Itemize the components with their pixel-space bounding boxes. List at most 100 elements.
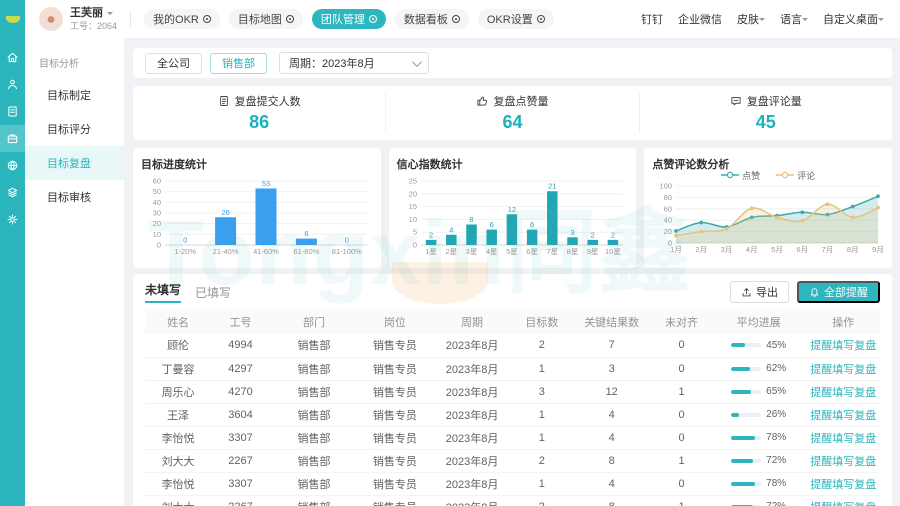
nav-tab-okr-settings[interactable]: OKR设置 <box>478 9 554 29</box>
cell-department: 销售部 <box>270 472 358 495</box>
team-icon[interactable] <box>0 71 25 98</box>
cell-name: 李怡悦 <box>145 426 211 449</box>
goal-progress-bar-chart: 010203040506001-20%2621-40%5341-60%661-8… <box>141 169 373 266</box>
nav-tab-goal-map[interactable]: 目标地图 <box>229 9 303 29</box>
globe-icon[interactable] <box>0 152 25 179</box>
table-row: 周乐心4270销售部销售专员2023年8月312165%提醒填写复盘 <box>145 380 880 403</box>
svg-text:4星: 4星 <box>486 247 498 256</box>
cell-period: 2023年8月 <box>432 472 513 495</box>
nav-tab-dashboard[interactable]: 数据看板 <box>395 9 469 29</box>
remind-fill-review-link[interactable]: 提醒填写复盘 <box>810 387 876 399</box>
tab-filled[interactable]: 已填写 <box>195 284 231 301</box>
cell-employee-id: 4297 <box>211 357 270 380</box>
remind-fill-review-link[interactable]: 提醒填写复盘 <box>810 456 876 468</box>
remind-all-button[interactable]: 全部提醒 <box>797 281 880 303</box>
svg-text:81-100%: 81-100% <box>332 247 362 256</box>
svg-text:5月: 5月 <box>772 245 784 254</box>
sidebar-item-goal-audit[interactable]: 目标审核 <box>25 180 124 214</box>
progress-percent: 72% <box>766 501 786 506</box>
cell-action: 提醒填写复盘 <box>806 334 880 357</box>
progress-bar <box>731 343 761 347</box>
svg-text:40: 40 <box>153 198 161 207</box>
user-profile[interactable]: 王芙丽 工号：2064 <box>39 7 117 32</box>
cell-average-progress: 72% <box>711 449 807 472</box>
cell-kr-count: 3 <box>571 357 652 380</box>
cell-average-progress: 78% <box>711 472 807 495</box>
svg-text:25: 25 <box>408 177 416 186</box>
layers-icon[interactable] <box>0 179 25 206</box>
cell-unaligned: 0 <box>652 472 711 495</box>
stats-summary: 复盘提交人数 86 复盘点赞量 64 复盘评论量 45 <box>133 86 892 140</box>
stat-review-submitters: 复盘提交人数 86 <box>133 93 386 133</box>
remind-fill-review-link[interactable]: 提醒填写复盘 <box>810 364 876 376</box>
cell-department: 销售部 <box>270 380 358 403</box>
app-logo[interactable] <box>0 0 25 38</box>
period-select[interactable]: 周期：2023年8月 <box>279 52 429 74</box>
svg-text:61-80%: 61-80% <box>293 247 319 256</box>
tab-unfilled[interactable]: 未填写 <box>145 281 181 303</box>
cell-department: 销售部 <box>270 495 358 506</box>
svg-text:53: 53 <box>262 179 270 188</box>
cell-goal-count: 1 <box>512 472 571 495</box>
remind-fill-review-link[interactable]: 提醒填写复盘 <box>810 340 876 352</box>
avatar <box>39 7 63 31</box>
stat-value: 86 <box>249 112 269 133</box>
workbench-icon[interactable] <box>0 125 25 152</box>
settings-icon[interactable] <box>0 206 25 233</box>
export-button[interactable]: 导出 <box>730 281 789 303</box>
cell-employee-id: 2267 <box>211 495 270 506</box>
svg-text:0: 0 <box>157 241 161 250</box>
skin-menu[interactable]: 皮肤 <box>737 11 765 27</box>
language-menu[interactable]: 语言 <box>780 11 808 27</box>
nav-tab-team-management[interactable]: 团队管理 <box>312 9 386 29</box>
tab-badge-icon <box>286 15 294 23</box>
svg-text:2: 2 <box>590 230 594 239</box>
remind-fill-review-link[interactable]: 提醒填写复盘 <box>810 479 876 491</box>
svg-text:7星: 7星 <box>546 247 558 256</box>
cell-action: 提醒填写复盘 <box>806 449 880 472</box>
nav-tab-my-okr[interactable]: 我的OKR <box>144 9 220 29</box>
wecom-link[interactable]: 企业微信 <box>678 11 722 27</box>
progress-bar <box>731 482 761 486</box>
cell-period: 2023年8月 <box>432 403 513 426</box>
progress-percent: 72% <box>766 455 786 466</box>
svg-text:4月: 4月 <box>746 245 758 254</box>
table-row: 李怡悦3307销售部销售专员2023年8月14078%提醒填写复盘 <box>145 472 880 495</box>
custom-desktop-menu[interactable]: 自定义桌面 <box>823 11 884 27</box>
svg-text:8: 8 <box>469 215 473 224</box>
cell-goal-count: 2 <box>512 334 571 357</box>
cell-average-progress: 78% <box>711 426 807 449</box>
legend-item[interactable]: 评论 <box>776 169 815 182</box>
cell-position: 销售专员 <box>358 472 432 495</box>
svg-text:0: 0 <box>183 236 187 245</box>
stat-review-comments: 复盘评论量 45 <box>640 93 892 133</box>
cell-position: 销售专员 <box>358 495 432 506</box>
svg-text:6月: 6月 <box>797 245 809 254</box>
chevron-down-icon <box>802 18 808 24</box>
chevron-down-icon <box>412 57 422 67</box>
cell-name: 刘大大 <box>145 495 211 506</box>
svg-text:3: 3 <box>570 228 574 237</box>
sidebar-item-goal-review[interactable]: 目标复盘 <box>25 146 124 180</box>
legend-item[interactable]: 点赞 <box>721 169 760 182</box>
scope-sales-dept-button[interactable]: 销售部 <box>210 53 267 74</box>
remind-fill-review-link[interactable]: 提醒填写复盘 <box>810 410 876 422</box>
sidebar-item-goal-setting[interactable]: 目标制定 <box>25 78 124 112</box>
remind-fill-review-link[interactable]: 提醒填写复盘 <box>810 502 876 506</box>
sidebar-item-goal-scoring[interactable]: 目标评分 <box>25 112 124 146</box>
cell-position: 销售专员 <box>358 380 432 403</box>
export-icon <box>741 287 752 298</box>
remind-fill-review-link[interactable]: 提醒填写复盘 <box>810 433 876 445</box>
home-icon[interactable] <box>0 44 25 71</box>
document-icon[interactable] <box>0 98 25 125</box>
tab-badge-icon <box>369 15 377 23</box>
svg-text:21: 21 <box>548 182 556 191</box>
dingtalk-link[interactable]: 钉钉 <box>641 11 663 27</box>
scope-all-company-button[interactable]: 全公司 <box>145 53 202 74</box>
svg-text:6: 6 <box>304 229 308 238</box>
svg-text:6: 6 <box>530 220 534 229</box>
svg-text:41-60%: 41-60% <box>253 247 279 256</box>
svg-text:9星: 9星 <box>587 247 599 256</box>
cell-position: 销售专员 <box>358 426 432 449</box>
svg-text:6: 6 <box>489 220 493 229</box>
